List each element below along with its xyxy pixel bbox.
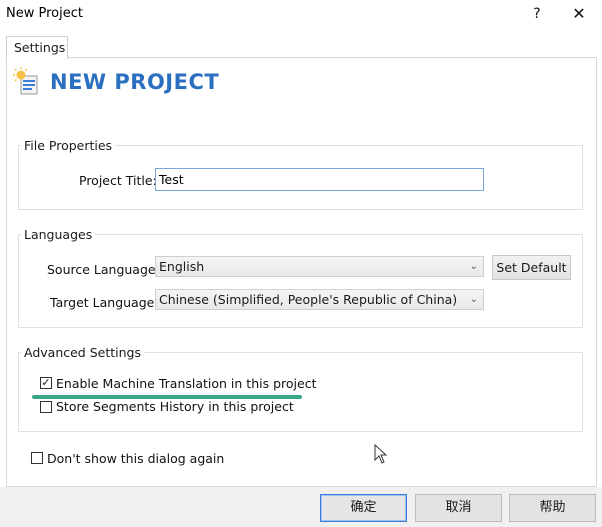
languages-legend: Languages [21, 227, 96, 242]
file-properties-legend: File Properties [21, 138, 116, 153]
mouse-cursor-icon [374, 444, 388, 464]
cancel-button[interactable]: 取消 [415, 494, 502, 522]
target-language-value: Chinese (Simplified, People's Republic o… [159, 292, 458, 307]
segments-history-checkbox[interactable] [40, 401, 52, 413]
machine-translation-label: Enable Machine Translation in this proje… [56, 376, 317, 391]
page-title: NEW PROJECT [50, 70, 220, 94]
dont-show-checkbox[interactable] [31, 452, 43, 464]
footer-help-button[interactable]: 帮助 [509, 494, 596, 522]
new-project-icon [13, 67, 38, 95]
dont-show-label: Don't show this dialog again [47, 451, 225, 466]
machine-translation-checkbox[interactable]: ✓ [40, 377, 52, 389]
languages-group [18, 234, 583, 328]
advanced-settings-group [18, 352, 583, 432]
target-language-select[interactable]: Chinese (Simplified, People's Republic o… [155, 289, 484, 310]
chevron-down-icon: ⌄ [469, 261, 478, 272]
chevron-down-icon: ⌄ [469, 294, 478, 305]
segments-history-label: Store Segments History in this project [56, 399, 294, 414]
tab-settings-label: Settings [14, 40, 66, 55]
window-title: New Project [6, 6, 83, 21]
source-language-label: Source Language: [47, 262, 160, 277]
project-title-input[interactable] [155, 168, 484, 191]
set-default-button[interactable]: Set Default [492, 255, 571, 280]
title-bar: New Project ? ✕ [0, 0, 602, 30]
close-button[interactable]: ✕ [566, 3, 592, 25]
source-language-select[interactable]: English ⌄ [155, 256, 484, 277]
target-language-label: Target Language: [50, 295, 159, 310]
advanced-settings-legend: Advanced Settings [21, 345, 144, 360]
checkmark-icon: ✓ [41, 376, 51, 389]
source-language-value: English [159, 259, 205, 274]
tab-settings[interactable]: Settings [6, 36, 68, 59]
ok-button[interactable]: 确定 [320, 494, 407, 522]
project-title-label: Project Title: [79, 173, 157, 188]
help-button[interactable]: ? [526, 3, 548, 25]
